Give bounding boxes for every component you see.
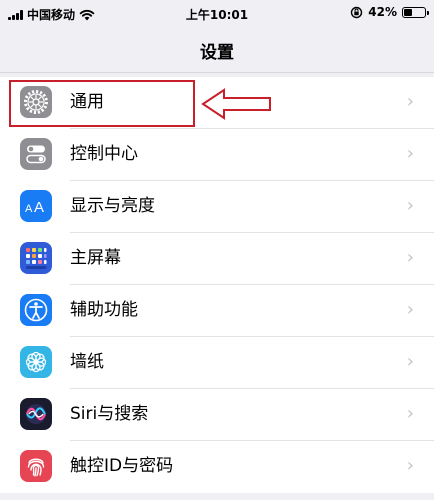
- svg-text:A: A: [34, 199, 44, 216]
- fingerprint-icon: [20, 450, 52, 482]
- highlight-box: [9, 80, 195, 127]
- accessibility-icon: [20, 294, 52, 326]
- settings-row-label: 控制中心: [70, 144, 138, 164]
- settings-row-home-screen[interactable]: 主屏幕 ›: [0, 233, 434, 285]
- chevron-right-icon: ›: [406, 143, 414, 164]
- battery-fill: [404, 8, 412, 16]
- settings-row-label: 辅助功能: [70, 300, 138, 320]
- settings-row-siri-search[interactable]: Siri与搜索 ›: [0, 389, 434, 441]
- chevron-right-icon: ›: [406, 91, 414, 112]
- flower-icon: [20, 346, 52, 378]
- text-size-icon: A A: [20, 190, 52, 222]
- orientation-lock-icon: [351, 6, 363, 18]
- settings-row-label: 主屏幕: [70, 248, 121, 268]
- battery-percentage: 42%: [368, 5, 397, 19]
- settings-row-touch-id-passcode[interactable]: 触控ID与密码 ›: [0, 441, 434, 493]
- chevron-right-icon: ›: [406, 351, 414, 372]
- status-bar: 中国移动 上午10:01 42%: [0, 0, 434, 26]
- svg-text:A: A: [25, 203, 33, 215]
- chevron-right-icon: ›: [406, 195, 414, 216]
- chevron-right-icon: ›: [406, 247, 414, 268]
- settings-row-control-center[interactable]: 控制中心 ›: [0, 129, 434, 181]
- settings-list: 通用 › 控制中心 › A A 显示与亮度 › 主屏幕 › 辅助功能 › 墙纸 …: [0, 77, 434, 493]
- chevron-right-icon: ›: [406, 403, 414, 424]
- settings-row-label: Siri与搜索: [70, 404, 149, 424]
- settings-row-label: 触控ID与密码: [70, 456, 174, 476]
- home-screen-icon: [20, 242, 52, 274]
- status-right: 42%: [350, 5, 429, 19]
- siri-icon: [20, 398, 52, 430]
- chevron-right-icon: ›: [406, 299, 414, 320]
- settings-row-label: 显示与亮度: [70, 196, 155, 216]
- page-title: 设置: [200, 43, 234, 63]
- chevron-right-icon: ›: [406, 455, 414, 476]
- settings-row-display-brightness[interactable]: A A 显示与亮度 ›: [0, 181, 434, 233]
- callout-arrow-icon: [201, 88, 271, 120]
- toggle-icon: [20, 138, 52, 170]
- settings-row-accessibility[interactable]: 辅助功能 ›: [0, 285, 434, 337]
- battery-icon: [402, 6, 429, 18]
- nav-divider: [0, 72, 434, 73]
- settings-row-wallpaper[interactable]: 墙纸 ›: [0, 337, 434, 389]
- settings-row-label: 墙纸: [70, 352, 104, 372]
